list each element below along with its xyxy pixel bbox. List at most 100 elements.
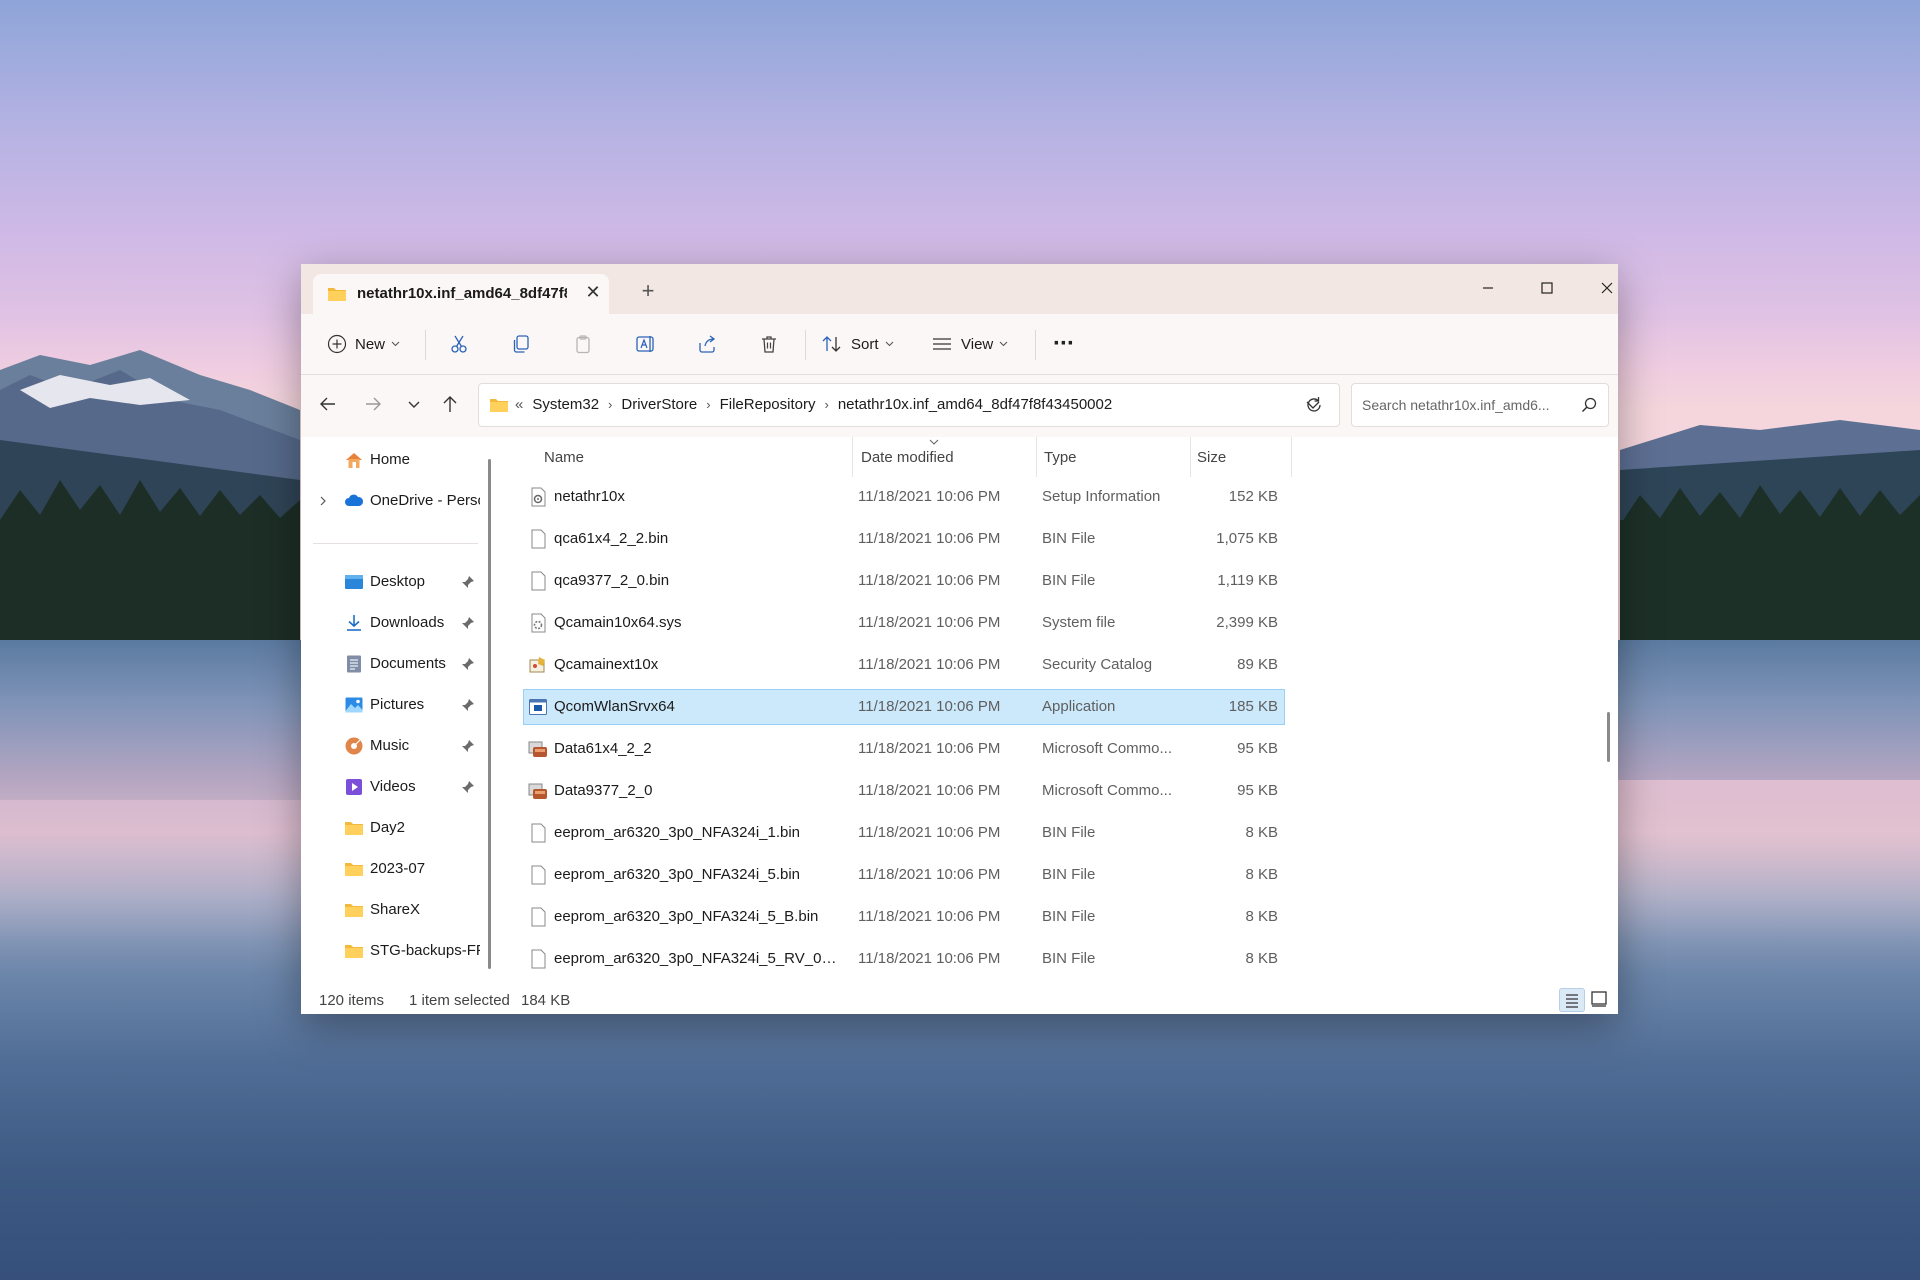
sidebar-item-2023-07[interactable]: 2023-07 xyxy=(301,854,481,884)
navigation-pane: Home OneDrive - Perso Desktop Downloads … xyxy=(301,437,486,984)
lake-reflection xyxy=(0,800,320,940)
file-size: 1,119 KB xyxy=(1217,572,1278,589)
file-size: 89 KB xyxy=(1237,656,1278,673)
file-list-scrollbar[interactable] xyxy=(1607,712,1610,762)
file-date: 11/18/2021 10:06 PM xyxy=(858,530,1001,547)
pin-icon[interactable] xyxy=(461,780,475,794)
rename-button[interactable] xyxy=(635,328,657,360)
delete-button[interactable] xyxy=(759,328,779,360)
clipboard-icon xyxy=(576,335,590,354)
table-row[interactable]: Qcamainext10x 11/18/2021 10:06 PM Securi… xyxy=(523,647,1285,683)
sidebar-item-label: ShareX xyxy=(370,901,421,918)
column-header-name[interactable]: Name xyxy=(544,449,584,466)
up-button[interactable] xyxy=(439,393,465,419)
table-row[interactable]: Data61x4_2_2 11/18/2021 10:06 PM Microso… xyxy=(523,731,1285,767)
sidebar-item-videos[interactable]: Videos xyxy=(301,772,481,802)
sidebar-item-label: 2023-07 xyxy=(370,860,426,877)
pin-icon[interactable] xyxy=(461,739,475,753)
sidebar-item-downloads[interactable]: Downloads xyxy=(301,608,481,638)
breadcrumb-driverstore[interactable]: DriverStore xyxy=(621,396,697,413)
sidebar-item-sharex[interactable]: ShareX xyxy=(301,895,481,925)
sidebar-item-onedrive[interactable]: OneDrive - Perso xyxy=(301,486,481,516)
sort-button[interactable]: Sort xyxy=(821,328,894,360)
more-options-button[interactable]: ··· xyxy=(1053,328,1075,360)
column-header-size[interactable]: Size xyxy=(1197,449,1226,466)
tab-active[interactable]: netathr10x.inf_amd64_8df47f8 ✕ xyxy=(313,274,609,314)
table-row[interactable]: eeprom_ar6320_3p0_NFA324i_5_B.bin 11/18/… xyxy=(523,899,1285,935)
file-type: BIN File xyxy=(1042,908,1096,925)
sidebar-item-day2[interactable]: Day2 xyxy=(301,813,481,843)
share-button[interactable] xyxy=(697,328,717,360)
table-row[interactable]: Data9377_2_0 11/18/2021 10:06 PM Microso… xyxy=(523,773,1285,809)
cut-button[interactable] xyxy=(449,328,469,360)
table-row[interactable]: Qcamain10x64.sys 11/18/2021 10:06 PM Sys… xyxy=(523,605,1285,641)
view-list-icon xyxy=(933,338,951,350)
table-row[interactable]: qca9377_2_0.bin 11/18/2021 10:06 PM BIN … xyxy=(523,563,1285,599)
table-row[interactable]: eeprom_ar6320_3p0_NFA324i_5_RV_0520... 1… xyxy=(523,941,1285,977)
selection-count: 1 item selected xyxy=(409,992,510,1009)
column-divider[interactable] xyxy=(852,437,853,477)
tiles-view-button[interactable] xyxy=(1587,988,1611,1010)
column-headers: Name Date modified Type Size xyxy=(522,437,1592,477)
refresh-icon[interactable] xyxy=(1304,395,1324,415)
breadcrumb-system32[interactable]: System32 xyxy=(532,396,599,413)
search-input[interactable]: Search netathr10x.inf_amd6... xyxy=(1362,397,1572,413)
new-tab-button[interactable]: + xyxy=(637,280,659,302)
chevron-right-icon[interactable] xyxy=(319,496,327,506)
arrow-left-icon xyxy=(320,397,335,411)
close-tab-icon[interactable]: ✕ xyxy=(583,282,603,302)
pin-icon[interactable] xyxy=(461,575,475,589)
chevron-right-icon[interactable]: › xyxy=(706,397,710,412)
sidebar-item-pictures[interactable]: Pictures xyxy=(301,690,481,720)
chevron-right-icon[interactable]: › xyxy=(824,397,828,412)
table-row[interactable]: eeprom_ar6320_3p0_NFA324i_1.bin 11/18/20… xyxy=(523,815,1285,851)
table-row[interactable]: qca61x4_2_2.bin 11/18/2021 10:06 PM BIN … xyxy=(523,521,1285,557)
title-bar[interactable]: netathr10x.inf_amd64_8df47f8 ✕ + xyxy=(301,264,1618,314)
forward-button[interactable] xyxy=(362,393,388,419)
file-name: eeprom_ar6320_3p0_NFA324i_1.bin xyxy=(554,824,801,841)
search-box[interactable]: Search netathr10x.inf_amd6... xyxy=(1351,383,1609,427)
table-row[interactable]: eeprom_ar6320_3p0_NFA324i_5.bin 11/18/20… xyxy=(523,857,1285,893)
file-type: BIN File xyxy=(1042,950,1096,967)
column-header-date-modified[interactable]: Date modified xyxy=(861,449,954,466)
folder-icon xyxy=(345,945,363,958)
recent-locations-button[interactable] xyxy=(403,393,429,419)
maximize-icon xyxy=(1541,282,1553,294)
sidebar-item-music[interactable]: Music xyxy=(301,731,481,761)
column-divider[interactable] xyxy=(1036,437,1037,477)
file-size: 8 KB xyxy=(1245,824,1278,841)
breadcrumb-current-folder[interactable]: netathr10x.inf_amd64_8df47f8f43450002 xyxy=(838,396,1112,413)
file-date: 11/18/2021 10:06 PM xyxy=(858,824,1001,841)
file-size: 95 KB xyxy=(1237,740,1278,757)
download-icon xyxy=(347,615,361,631)
column-divider[interactable] xyxy=(1291,437,1292,477)
view-button[interactable]: View xyxy=(931,328,1008,360)
back-button[interactable] xyxy=(317,393,343,419)
breadcrumb: « System32 › DriverStore › FileRepositor… xyxy=(489,396,1112,413)
sidebar-item-home[interactable]: Home xyxy=(301,445,481,475)
copy-button[interactable] xyxy=(511,328,531,360)
pin-icon[interactable] xyxy=(461,616,475,630)
new-button[interactable]: New xyxy=(327,328,400,360)
pin-icon[interactable] xyxy=(461,657,475,671)
table-row-selected[interactable]: QcomWlanSrvx64 11/18/2021 10:06 PM Appli… xyxy=(523,689,1285,725)
column-header-type[interactable]: Type xyxy=(1044,449,1077,466)
paste-button[interactable] xyxy=(573,328,593,360)
maximize-button[interactable] xyxy=(1524,274,1570,304)
sidebar-item-stg-backups[interactable]: STG-backups-FF xyxy=(301,936,481,966)
sidebar-item-desktop[interactable]: Desktop xyxy=(301,567,481,597)
breadcrumb-overflow[interactable]: « xyxy=(515,396,523,413)
sidebar-item-documents[interactable]: Documents xyxy=(301,649,481,679)
minimize-button[interactable] xyxy=(1465,274,1511,304)
column-divider[interactable] xyxy=(1190,437,1191,477)
chevron-right-icon[interactable]: › xyxy=(608,397,612,412)
breadcrumb-filerepository[interactable]: FileRepository xyxy=(720,396,816,413)
file-icon xyxy=(531,529,546,549)
details-view-button[interactable] xyxy=(1559,988,1585,1012)
file-size: 8 KB xyxy=(1245,950,1278,967)
table-row[interactable]: netathr10x 11/18/2021 10:06 PM Setup Inf… xyxy=(523,479,1285,515)
sidebar-scrollbar[interactable] xyxy=(488,459,491,969)
address-bar[interactable]: « System32 › DriverStore › FileRepositor… xyxy=(478,383,1340,427)
close-window-button[interactable] xyxy=(1584,274,1618,304)
pin-icon[interactable] xyxy=(461,698,475,712)
